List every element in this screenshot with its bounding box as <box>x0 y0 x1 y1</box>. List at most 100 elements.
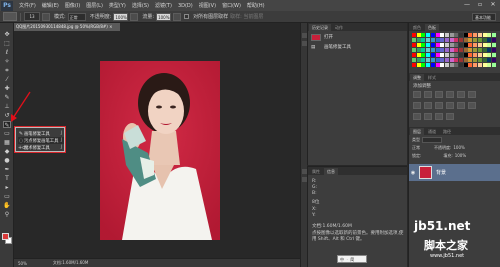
color-swatch[interactable] <box>473 53 478 57</box>
color-swatch[interactable] <box>430 38 435 42</box>
color-balance-icon[interactable] <box>413 102 421 109</box>
tab-swatches[interactable]: 色板 <box>425 24 439 31</box>
color-swatch[interactable] <box>426 38 431 42</box>
color-swatch[interactable] <box>430 63 435 67</box>
tab-channels[interactable]: 通道 <box>425 128 439 135</box>
color-swatch[interactable] <box>463 38 468 42</box>
restore-button[interactable]: ▫ <box>475 1 485 9</box>
color-swatch[interactable] <box>454 58 459 62</box>
color-swatch[interactable] <box>477 63 482 67</box>
color-swatch[interactable] <box>421 63 426 67</box>
color-swatch[interactable] <box>459 38 463 42</box>
layer-row-background[interactable]: ◉ 背景 <box>409 164 500 181</box>
history-state-row[interactable]: ▤ 画笔修复工具 <box>311 43 405 51</box>
color-swatch[interactable] <box>477 53 482 57</box>
color-swatch[interactable] <box>444 48 449 52</box>
color-swatch[interactable] <box>491 33 496 37</box>
quick-select-tool-icon[interactable]: ✧ <box>3 58 11 65</box>
menu-select[interactable]: 选择(S) <box>132 2 149 9</box>
minimize-button[interactable]: — <box>462 1 472 9</box>
color-swatch[interactable] <box>440 48 445 52</box>
color-swatch[interactable] <box>449 53 454 57</box>
color-swatch[interactable] <box>463 58 468 62</box>
color-swatch[interactable] <box>473 33 478 37</box>
color-swatch[interactable] <box>482 58 487 62</box>
crop-tool-icon[interactable]: ⌗ <box>3 67 11 74</box>
color-swatch[interactable] <box>463 63 468 67</box>
color-swatch[interactable] <box>444 43 449 47</box>
tab-layers[interactable]: 图层 <box>410 128 424 135</box>
color-swatch[interactable] <box>491 48 496 52</box>
path-select-tool-icon[interactable]: ▸ <box>3 184 11 191</box>
color-swatch[interactable] <box>430 48 435 52</box>
color-swatch[interactable] <box>491 53 496 57</box>
color-swatch[interactable] <box>426 63 431 67</box>
color-swatch[interactable] <box>444 58 449 62</box>
color-swatch[interactable] <box>468 33 473 37</box>
color-swatch[interactable] <box>468 63 473 67</box>
color-swatch[interactable] <box>430 58 435 62</box>
flyout-item-brush[interactable]: ✎ 画笔修复工具 J <box>18 130 64 137</box>
color-swatch[interactable] <box>416 33 421 37</box>
color-swatch[interactable] <box>459 43 463 47</box>
eyedropper-tool-icon[interactable]: ⁄ <box>3 76 11 83</box>
color-swatch[interactable] <box>482 43 487 47</box>
tab-color[interactable]: 颜色 <box>410 24 424 31</box>
color-swatch[interactable] <box>440 58 445 62</box>
airbrush-icon[interactable] <box>173 12 182 21</box>
color-swatch[interactable] <box>435 38 440 42</box>
color-swatch[interactable] <box>421 48 426 52</box>
color-swatch[interactable] <box>444 38 449 42</box>
tab-properties[interactable]: 属性 <box>309 168 323 175</box>
color-swatch[interactable] <box>412 53 416 57</box>
flow-field[interactable]: 100% <box>156 12 172 21</box>
tab-info[interactable]: 信息 <box>324 168 338 175</box>
color-swatch[interactable] <box>459 33 463 37</box>
color-swatch[interactable] <box>482 48 487 52</box>
menu-help[interactable]: 帮助(H) <box>247 2 265 9</box>
history-snapshot-row[interactable]: 打开 <box>311 33 405 41</box>
layer-fill-value[interactable]: 100% <box>455 153 466 158</box>
hand-tool-icon[interactable]: ✋ <box>3 202 11 209</box>
vibrance-icon[interactable] <box>457 91 465 98</box>
color-swatch[interactable] <box>477 48 482 52</box>
move-tool-icon[interactable]: ✥ <box>3 31 11 38</box>
color-swatch[interactable] <box>440 33 445 37</box>
color-swatch[interactable] <box>449 63 454 67</box>
color-swatch[interactable] <box>487 63 492 67</box>
color-swatch[interactable] <box>477 43 482 47</box>
sample-all-checkbox[interactable] <box>184 14 190 19</box>
gradient-map-icon[interactable] <box>435 113 443 120</box>
color-lookup-icon[interactable] <box>457 102 465 109</box>
color-swatch[interactable] <box>473 43 478 47</box>
color-swatch[interactable] <box>440 38 445 42</box>
color-swatch[interactable] <box>477 33 482 37</box>
color-swatch[interactable] <box>473 38 478 42</box>
threshold-icon[interactable] <box>424 113 432 120</box>
color-swatch[interactable] <box>440 43 445 47</box>
color-swatch[interactable] <box>449 58 454 62</box>
menu-layer[interactable]: 图层(L) <box>86 2 103 9</box>
color-swatch[interactable] <box>463 33 468 37</box>
tab-paths[interactable]: 路径 <box>440 128 454 135</box>
color-swatch[interactable] <box>426 48 431 52</box>
layer-filter-select[interactable] <box>422 136 442 143</box>
curves-icon[interactable] <box>435 91 443 98</box>
color-swatch[interactable] <box>487 38 492 42</box>
color-swatch[interactable] <box>412 38 416 42</box>
color-swatch[interactable] <box>435 43 440 47</box>
color-swatch[interactable] <box>412 63 416 67</box>
color-swatch[interactable] <box>435 58 440 62</box>
color-swatch[interactable] <box>440 63 445 67</box>
opacity-field[interactable]: 100% <box>113 12 129 21</box>
eraser-tool-icon[interactable]: ▭ <box>3 130 11 137</box>
color-swatch[interactable] <box>482 53 487 57</box>
color-swatch[interactable] <box>491 43 496 47</box>
color-swatch[interactable] <box>454 33 459 37</box>
color-swatch[interactable] <box>459 58 463 62</box>
mode-select[interactable]: 正常 <box>67 12 86 21</box>
black-white-icon[interactable] <box>424 102 432 109</box>
brush-panel-icon[interactable] <box>42 12 50 21</box>
color-swatch[interactable] <box>449 43 454 47</box>
lasso-tool-icon[interactable]: ℓ <box>3 49 11 56</box>
